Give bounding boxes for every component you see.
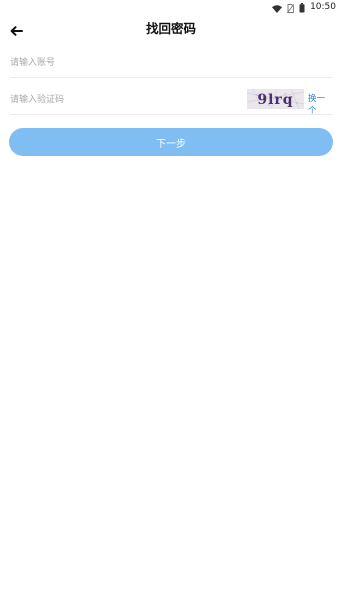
captcha-row: 9lrq 换一个	[10, 85, 333, 117]
next-button[interactable]: 下一步	[9, 128, 333, 156]
status-bar: 10:50	[0, 0, 342, 14]
refresh-captcha-link[interactable]: 换一个	[308, 93, 333, 117]
status-icons: 10:50	[272, 1, 336, 13]
account-row	[10, 48, 333, 78]
captcha-input[interactable]	[10, 85, 210, 114]
page-title: 找回密码	[145, 21, 196, 36]
status-time: 10:50	[310, 2, 336, 12]
header: 找回密码	[0, 14, 342, 42]
account-input[interactable]	[10, 48, 333, 77]
captcha-image-text: 9lrq	[257, 92, 293, 108]
captcha-image[interactable]: 9lrq	[247, 89, 304, 109]
find-password-screen: 10:50 找回密码 请输入账号 请输入验证码 9lrq 换一个 下一步	[0, 0, 342, 600]
